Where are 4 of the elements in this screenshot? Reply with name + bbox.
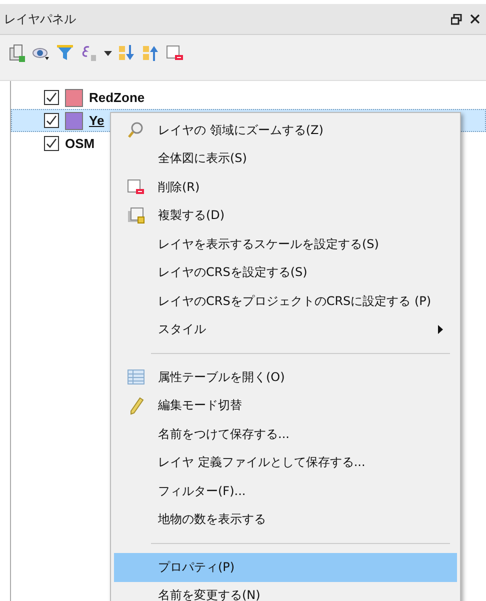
layer-name: RedZone [89,90,145,105]
layer-name: Ye [89,113,104,128]
panel-title: レイヤパネル [4,10,77,28]
layer-name: OSM [65,136,95,151]
